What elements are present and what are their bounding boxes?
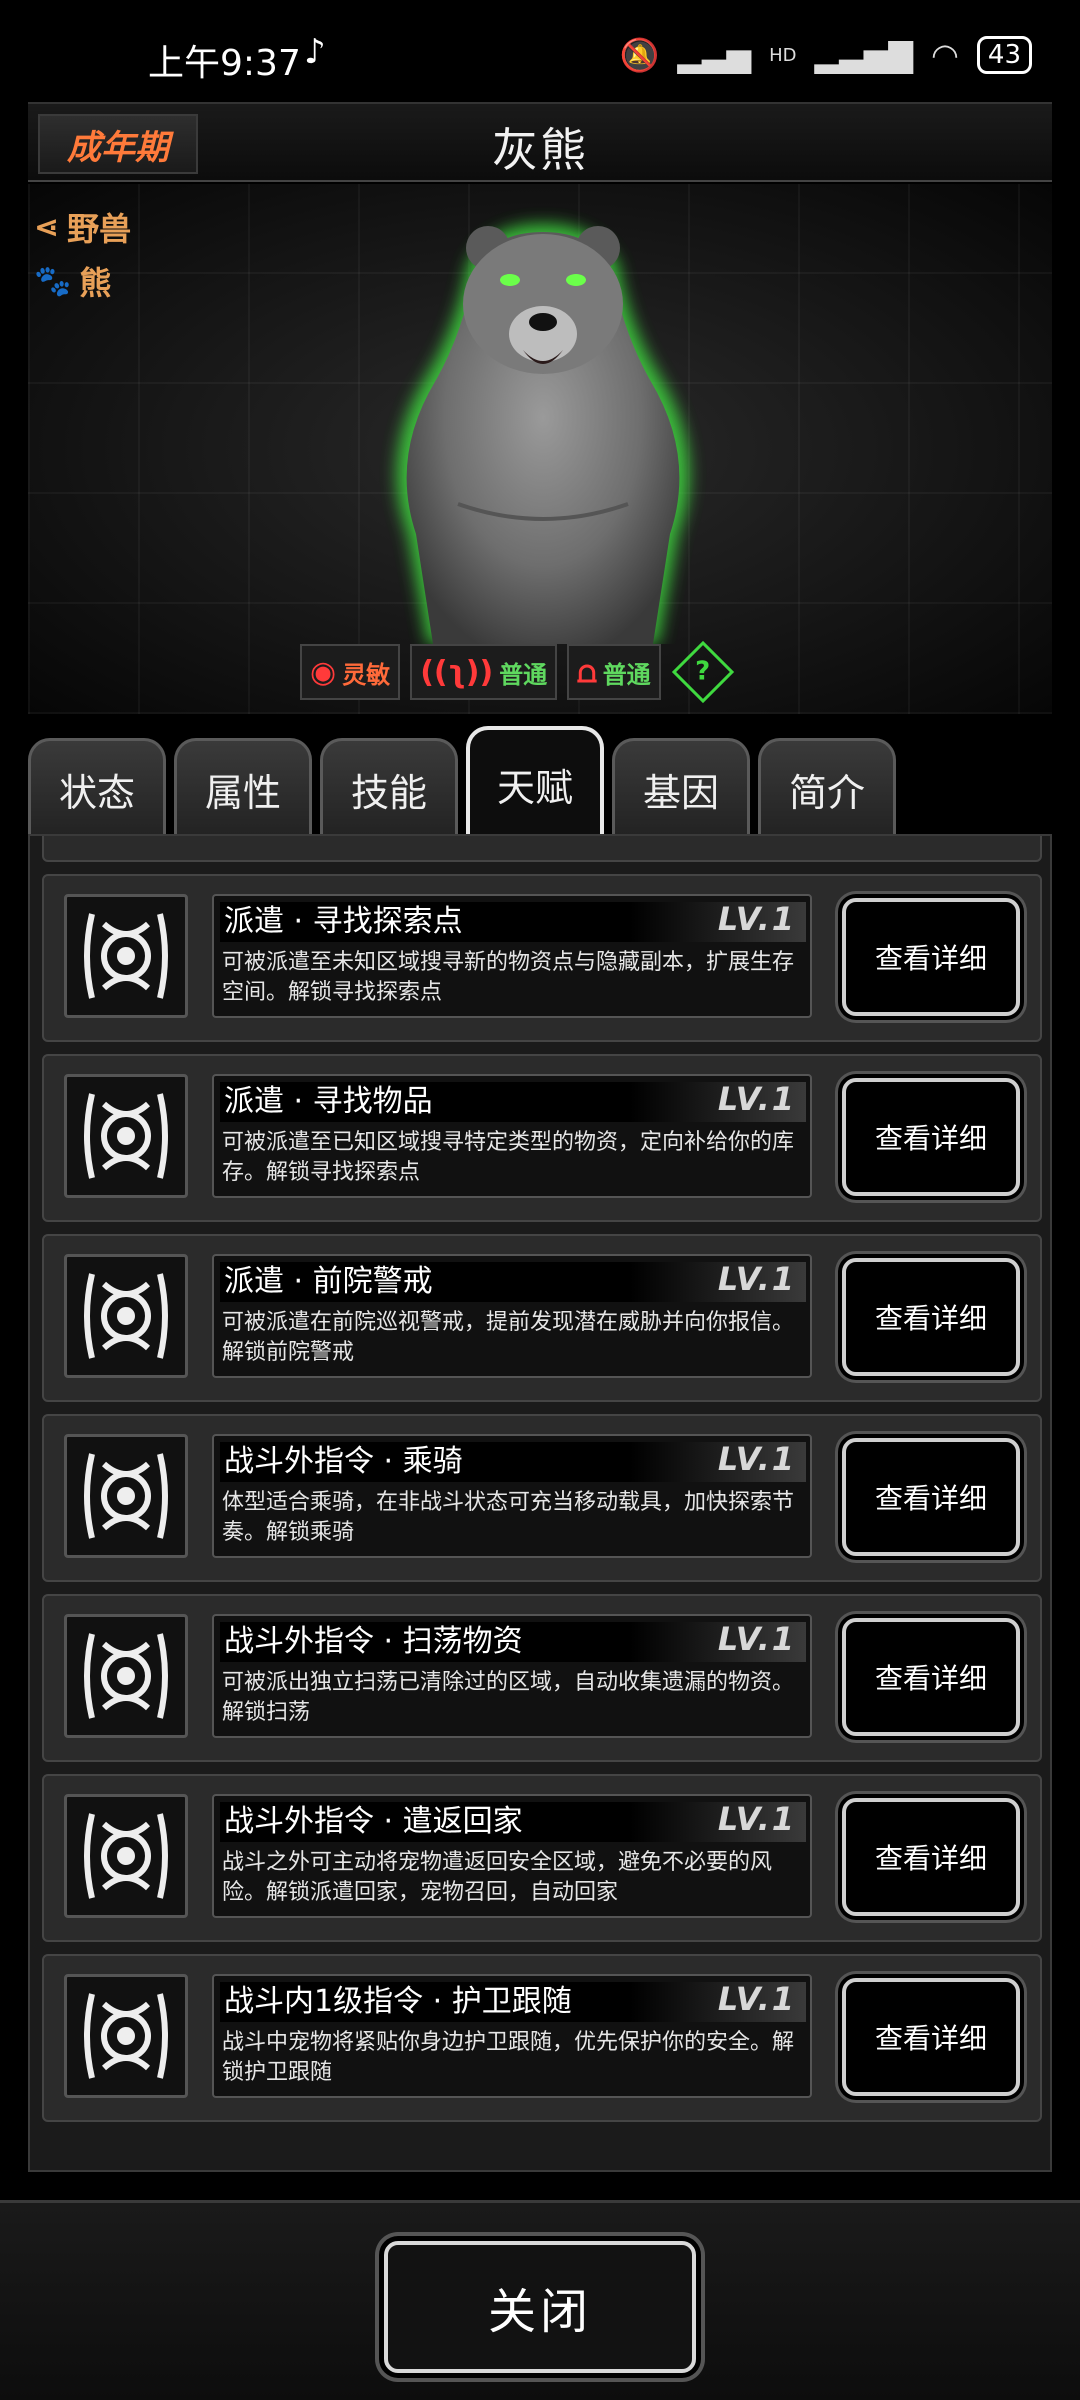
view-details-button[interactable]: 查看详细: [842, 1258, 1020, 1376]
tab-intro[interactable]: 简介: [758, 738, 896, 838]
talent-item: 战斗外指令 · 遣返回家 LV.1 战斗之外可主动将宠物遣返回安全区域，避免不必…: [42, 1774, 1042, 1942]
question-icon: ?: [695, 657, 711, 687]
talent-info: 战斗内1级指令 · 护卫跟随 LV.1 战斗中宠物将紧贴你身边护卫跟随，优先保护…: [212, 1974, 812, 2098]
talent-level: LV.1: [717, 1980, 796, 2018]
view-details-button[interactable]: 查看详细: [842, 1438, 1020, 1556]
signal-weak-icon: ▂▃▅: [677, 36, 752, 74]
talent-level: LV.1: [717, 1620, 796, 1658]
detail-tabs: 状态 属性 技能 天赋 基因 简介: [28, 726, 896, 838]
clock: 上午9:37: [148, 43, 301, 84]
creature-portrait-area: ⋖ 野兽 🐾 熊 ◉ 灵敏 ((ʅ)) 普通 ⩍ 普通 ?: [28, 184, 1052, 714]
talent-description: 战斗之外可主动将宠物遣返回安全区域，避免不必要的风险。解锁派遣回家，宠物召回，自…: [222, 1850, 773, 1905]
talent-description: 可被派出独立扫荡已清除过的区域，自动收集遗漏的物资。解锁扫荡: [222, 1670, 795, 1725]
sense-hearing[interactable]: ((ʅ)) 普通: [410, 644, 558, 700]
bell-muted-icon: 🔕: [619, 36, 660, 74]
talent-emblem-icon: [64, 1794, 188, 1918]
tag-category-label: 野兽: [67, 210, 132, 248]
talent-level: LV.1: [717, 1080, 796, 1118]
battery-icon: 43: [976, 36, 1032, 74]
talent-emblem-icon: [64, 1974, 188, 2098]
talent-item: 战斗外指令 · 乘骑 LV.1 体型适合乘骑，在非战斗状态可充当移动载具，加快探…: [42, 1414, 1042, 1582]
sense-sight-label: 灵敏: [342, 660, 391, 689]
status-bar: 上午9:37 ♪ 🔕 ▂▃▅ HD ▂▃▅▇ ◠ 43: [0, 0, 1080, 110]
tag-species: 🐾 熊: [34, 258, 131, 304]
talent-emblem-icon: [64, 1614, 188, 1738]
talent-level: LV.1: [717, 1440, 796, 1478]
talent-description: 可被派遣在前院巡视警戒，提前发现潜在威胁并向你报信。解锁前院警戒: [222, 1310, 795, 1365]
view-details-button[interactable]: 查看详细: [842, 1798, 1020, 1916]
sense-smell[interactable]: ⩍ 普通: [567, 644, 661, 700]
talent-info: 派遣 · 前院警戒 LV.1 可被派遣在前院巡视警戒，提前发现潜在威胁并向你报信…: [212, 1254, 812, 1378]
talent-list: 派遣 · 寻找探索点 LV.1 可被派遣至未知区域搜寻新的物资点与隐藏副本，扩展…: [42, 836, 1042, 2134]
talent-description: 战斗中宠物将紧贴你身边护卫跟随，优先保护你的安全。解锁护卫跟随: [222, 2030, 795, 2085]
list-item-partial: [42, 836, 1042, 862]
bear-portrait: [396, 224, 690, 644]
help-button[interactable]: ?: [671, 640, 734, 704]
talent-item: 派遣 · 寻找探索点 LV.1 可被派遣至未知区域搜寻新的物资点与隐藏副本，扩展…: [42, 874, 1042, 1042]
talent-level: LV.1: [717, 1260, 796, 1298]
creature-name-title: 灰熊: [492, 123, 588, 177]
talent-info: 战斗外指令 · 乘骑 LV.1 体型适合乘骑，在非战斗状态可充当移动载具，加快探…: [212, 1434, 812, 1558]
talent-emblem-icon: [64, 894, 188, 1018]
view-details-button[interactable]: 查看详细: [842, 1078, 1020, 1196]
talent-info: 派遣 · 寻找探索点 LV.1 可被派遣至未知区域搜寻新的物资点与隐藏副本，扩展…: [212, 894, 812, 1018]
talent-item: 战斗内1级指令 · 护卫跟随 LV.1 战斗中宠物将紧贴你身边护卫跟随，优先保护…: [42, 1954, 1042, 2122]
talent-item: 派遣 · 寻找物品 LV.1 可被派遣至已知区域搜寻特定类型的物资，定向补给你的…: [42, 1054, 1042, 1222]
view-details-button[interactable]: 查看详细: [842, 1978, 1020, 2096]
talent-info: 战斗外指令 · 遣返回家 LV.1 战斗之外可主动将宠物遣返回安全区域，避免不必…: [212, 1794, 812, 1918]
paw-icon: 🐾: [34, 263, 72, 299]
status-icons: 🔕 ▂▃▅ HD ▂▃▅▇ ◠ 43: [619, 36, 1032, 74]
tab-attributes[interactable]: 属性: [174, 738, 312, 838]
sense-sight[interactable]: ◉ 灵敏: [300, 644, 401, 700]
talent-item: 派遣 · 前院警戒 LV.1 可被派遣在前院巡视警戒，提前发现潜在威胁并向你报信…: [42, 1234, 1042, 1402]
wifi-icon: ◠: [930, 36, 959, 74]
talent-list-panel[interactable]: 派遣 · 寻找探索点 LV.1 可被派遣至未知区域搜寻新的物资点与隐藏副本，扩展…: [28, 834, 1052, 2172]
sense-hearing-label: 普通: [499, 660, 548, 689]
tab-talents[interactable]: 天赋: [466, 726, 604, 838]
tab-status[interactable]: 状态: [28, 738, 166, 838]
talent-description: 可被派遣至未知区域搜寻新的物资点与隐藏副本，扩展生存空间。解锁寻找探索点: [222, 950, 795, 1005]
talent-emblem-icon: [64, 1434, 188, 1558]
talent-info: 战斗外指令 · 扫荡物资 LV.1 可被派出独立扫荡已清除过的区域，自动收集遗漏…: [212, 1614, 812, 1738]
share-icon: ⋖: [34, 209, 60, 245]
hd-label: HD: [769, 44, 797, 66]
tag-species-label: 熊: [79, 264, 112, 302]
signal-icon: ▂▃▅▇: [814, 36, 913, 74]
tiktok-icon: ♪: [304, 32, 326, 72]
sense-smell-label: 普通: [602, 660, 651, 689]
view-details-button[interactable]: 查看详细: [842, 1618, 1020, 1736]
header-bar: 成年期 灰熊: [28, 102, 1052, 182]
tab-skills[interactable]: 技能: [320, 738, 458, 838]
sense-indicators: ◉ 灵敏 ((ʅ)) 普通 ⩍ 普通 ?: [300, 640, 734, 704]
creature-tags: ⋖ 野兽 🐾 熊: [34, 204, 131, 312]
talent-info: 派遣 · 寻找物品 LV.1 可被派遣至已知区域搜寻特定类型的物资，定向补给你的…: [212, 1074, 812, 1198]
talent-description: 体型适合乘骑，在非战斗状态可充当移动载具，加快探索节奏。解锁乘骑: [222, 1490, 795, 1545]
talent-level: LV.1: [717, 900, 796, 938]
ear-icon: ((ʅ)): [420, 654, 494, 690]
nose-icon: ⩍: [577, 654, 597, 690]
talent-level: LV.1: [717, 1800, 796, 1838]
eye-icon: ◉: [310, 654, 337, 690]
tab-genes[interactable]: 基因: [612, 738, 750, 838]
view-details-button[interactable]: 查看详细: [842, 898, 1020, 1016]
footer-bar: 关闭: [0, 2200, 1080, 2400]
talent-emblem-icon: [64, 1074, 188, 1198]
talent-description: 可被派遣至已知区域搜寻特定类型的物资，定向补给你的库存。解锁寻找探索点: [222, 1130, 795, 1185]
close-button[interactable]: 关闭: [384, 2241, 696, 2373]
talent-emblem-icon: [64, 1254, 188, 1378]
tag-category: ⋖ 野兽: [34, 204, 131, 250]
talent-item: 战斗外指令 · 扫荡物资 LV.1 可被派出独立扫荡已清除过的区域，自动收集遗漏…: [42, 1594, 1042, 1762]
